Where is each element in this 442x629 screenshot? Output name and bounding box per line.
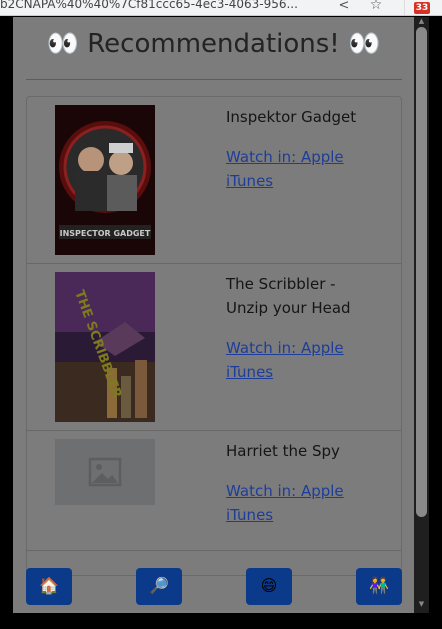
extension-badge: 33: [414, 2, 430, 14]
poster-placeholder[interactable]: [55, 439, 155, 505]
people-button[interactable]: 👫: [356, 568, 402, 605]
movie-title: Harriet the Spy: [226, 442, 340, 460]
list-item: Harriet the Spy Watch in: Apple iTunes: [27, 431, 401, 551]
list-item: THE SCRIBBLER The Scribbler - Unzip your…: [27, 264, 401, 431]
home-button[interactable]: 🏠: [26, 568, 72, 605]
home-icon: 🏠: [39, 576, 59, 595]
movie-title: The Scribbler - Unzip your Head: [226, 275, 351, 317]
people-icon: 👫: [369, 576, 389, 595]
movie-poster[interactable]: THE SCRIBBLER: [55, 272, 155, 422]
address-bar[interactable]: b2CNAPA%40%40%7Cf81ccc65-4ec3-4063-956..…: [0, 0, 330, 11]
scrollbar-thumb[interactable]: [416, 27, 427, 517]
smile-icon: 😄: [260, 576, 278, 595]
search-icon: 🔎: [149, 576, 169, 595]
bookmark-star-icon[interactable]: ☆: [368, 0, 384, 13]
app-view: 👀 Recommendations! 👀 INSPECTOR GADGET In…: [13, 17, 414, 613]
scroll-up-arrow-icon[interactable]: ▲: [417, 17, 426, 25]
poster-title-text: INSPECTOR GADGET: [60, 229, 151, 238]
recommendation-list: INSPECTOR GADGET Inspektor Gadget Watch …: [26, 96, 402, 576]
page-title: 👀 Recommendations! 👀: [46, 29, 381, 59]
browser-toolbar: b2CNAPA%40%40%7Cf81ccc65-4ec3-4063-956..…: [0, 0, 442, 16]
title-divider: [26, 79, 402, 80]
search-button[interactable]: 🔎: [136, 568, 182, 605]
list-item: INSPECTOR GADGET Inspektor Gadget Watch …: [27, 97, 401, 264]
movie-poster[interactable]: INSPECTOR GADGET: [55, 105, 155, 255]
watch-link[interactable]: Watch in: Apple iTunes: [226, 336, 366, 384]
watch-link[interactable]: Watch in: Apple iTunes: [226, 145, 366, 193]
movie-title: Inspektor Gadget: [226, 108, 357, 126]
extension-icon[interactable]: 33: [404, 0, 434, 15]
image-placeholder-icon: [88, 457, 122, 487]
share-icon[interactable]: <: [336, 0, 352, 14]
mood-button[interactable]: 😄: [246, 568, 292, 605]
scroll-down-arrow-icon[interactable]: ▼: [417, 600, 426, 608]
watch-link[interactable]: Watch in: Apple iTunes: [226, 479, 366, 527]
